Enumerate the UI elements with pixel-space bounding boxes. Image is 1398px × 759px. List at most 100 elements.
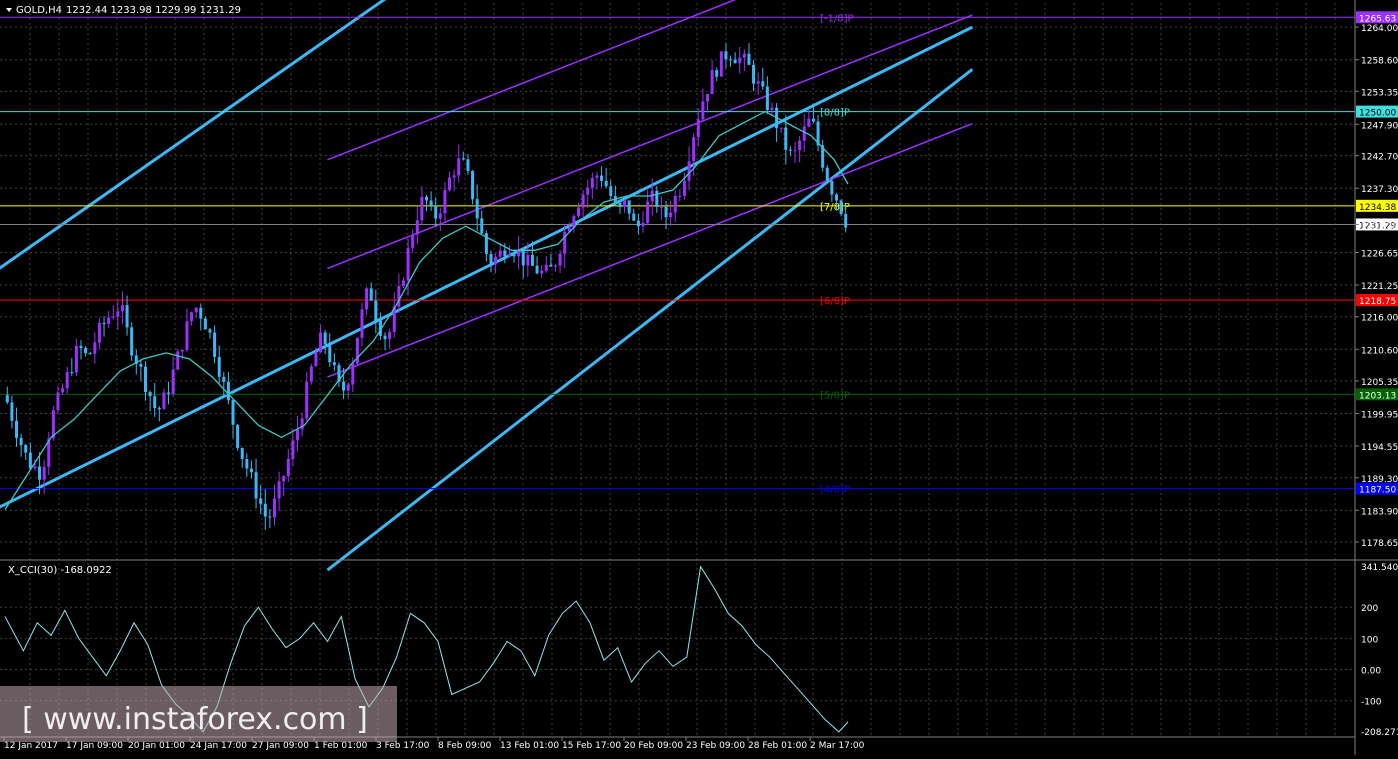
candle-body: [438, 213, 442, 219]
candle-body: [443, 190, 447, 214]
candle-body: [365, 288, 369, 310]
candle-body: [600, 175, 604, 181]
candle-body: [834, 194, 838, 201]
cci-axis-label: 0.00: [1361, 667, 1381, 677]
symbol-label: GOLD,H4: [16, 5, 62, 16]
price-tick-label: 1264.00: [1361, 24, 1398, 34]
candle-body: [641, 222, 645, 227]
level-label: [4/8]P: [820, 485, 850, 496]
time-tick-label: 8 Feb 09:00: [438, 741, 492, 751]
chart-window: [-1/8]P 1265.63 [8/8]P 1250.00 [7/8]P 1234.38…: [0, 0, 1398, 755]
candle-body: [558, 253, 562, 266]
candle-body: [245, 458, 249, 469]
candle-body: [471, 170, 475, 200]
cci-axis-label: 200: [1361, 604, 1378, 614]
candle-body: [549, 264, 553, 267]
candle-body: [784, 127, 788, 150]
candle-body: [116, 311, 120, 317]
candle-body: [839, 200, 843, 214]
ohlc-values: 1232.44 1233.98 1229.99 1231.29: [66, 5, 241, 16]
candle-body: [107, 317, 111, 325]
price-tick-label: 1178.65: [1361, 539, 1398, 549]
chart-svg: [-1/8]P 1265.63[8/8]P 1250.00[7/8]P 1234.38…: [0, 0, 1398, 755]
candle-body: [636, 220, 640, 227]
candle-body: [756, 81, 760, 84]
candle-body: [125, 305, 129, 328]
candle-body: [328, 344, 332, 363]
candle-body: [844, 213, 848, 228]
candle-body: [664, 206, 668, 218]
candle-body: [61, 388, 65, 393]
candle-body: [56, 392, 60, 411]
price-tick-label: 1210.60: [1361, 346, 1398, 356]
candle-body: [627, 200, 631, 214]
candle-body: [185, 321, 189, 350]
candle-body: [830, 181, 834, 195]
price-tick-label: 1216.00: [1361, 314, 1398, 324]
candle-body: [429, 200, 433, 206]
time-tick-label: 1 Feb 01:00: [314, 741, 368, 751]
candle-body: [309, 366, 313, 382]
candle-body: [765, 86, 769, 110]
candle-body: [226, 381, 230, 401]
chart-background: [0, 0, 1398, 755]
candle-body: [507, 254, 511, 257]
candle-body: [213, 332, 217, 357]
candle-body: [489, 254, 493, 265]
candle-body: [761, 81, 765, 87]
candle-body: [788, 149, 792, 151]
candle-body: [434, 205, 438, 219]
cci-axis-label: -208.2719: [1361, 728, 1398, 738]
candle-body: [10, 402, 14, 421]
candle-body: [420, 196, 424, 221]
candle-body: [263, 503, 267, 517]
candle-body: [752, 64, 756, 84]
candle-body: [203, 318, 207, 330]
time-tick-label: 2 Mar 17:00: [810, 741, 865, 751]
candle-body: [669, 212, 673, 218]
level-label: [5/8]P: [820, 390, 850, 401]
price-tick-label: 1183.90: [1361, 507, 1398, 517]
candle-body: [747, 53, 751, 65]
cci-label: X_CCI(30) -168.0922: [8, 565, 112, 576]
candle-body: [38, 466, 42, 480]
chart-header: GOLD,H4 1232.44 1233.98 1229.99 1231.29: [6, 5, 241, 16]
candle-body: [42, 466, 46, 480]
cci-axis-label: -100: [1361, 698, 1382, 708]
candle-body: [157, 407, 161, 410]
candle-body: [272, 498, 276, 518]
candle-body: [701, 101, 705, 120]
candle-body: [93, 342, 97, 354]
candle-body: [779, 127, 783, 129]
candle-body: [825, 167, 829, 182]
level-label: [6/8]P: [820, 296, 850, 307]
svg-text:[ www.instaforex.com ]: [ www.instaforex.com ]: [22, 702, 368, 737]
candle-body: [494, 256, 498, 265]
candle-body: [167, 392, 171, 394]
level-price-label: 1250.00: [1359, 109, 1396, 119]
price-tick-label: 1194.55: [1361, 443, 1398, 453]
candle-body: [120, 305, 124, 312]
candle-body: [24, 444, 28, 453]
candle-body: [65, 372, 69, 389]
candle-body: [277, 481, 281, 499]
candle-body: [590, 177, 594, 188]
price-tick-label: 1242.70: [1361, 153, 1398, 163]
level-price-label: 1203.13: [1359, 391, 1396, 401]
candle-body: [798, 140, 802, 151]
candle-body: [231, 400, 235, 425]
candle-body: [254, 472, 258, 499]
candle-body: [70, 372, 74, 374]
price-tick-label: 1189.30: [1361, 475, 1398, 485]
time-tick-label: 20 Jan 01:00: [128, 741, 185, 751]
candle-body: [351, 363, 355, 385]
candle-body: [632, 213, 636, 221]
level-price-label: 1218.75: [1359, 297, 1396, 307]
candle-body: [530, 254, 534, 266]
candle-body: [286, 458, 290, 477]
candle-body: [512, 254, 516, 257]
candle-body: [770, 107, 774, 110]
candle-body: [88, 353, 92, 355]
cci-axis-label: 100: [1361, 635, 1378, 645]
candle-body: [553, 265, 557, 267]
